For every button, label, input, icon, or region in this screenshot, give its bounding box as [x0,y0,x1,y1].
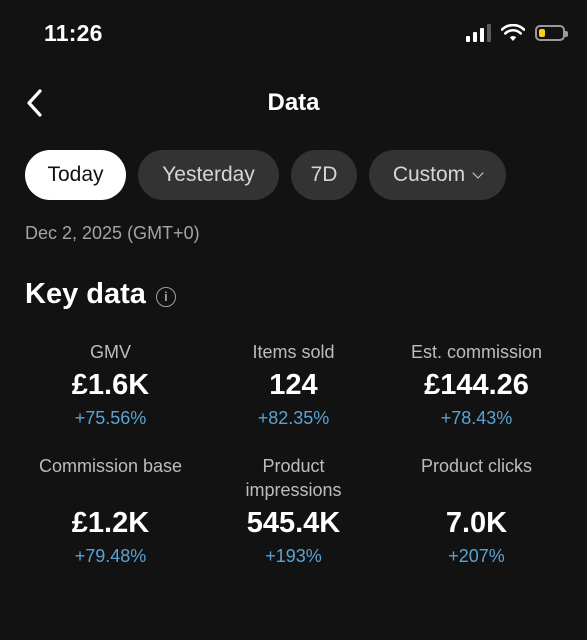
metric-label: Product impressions [245,456,342,500]
wifi-icon [501,24,525,41]
metric-value: 545.4K [246,507,341,539]
tab-custom[interactable]: Custom [369,150,506,200]
metric-commission-base[interactable]: Commission base £1.2K +79.48% [13,454,208,567]
tab-7d[interactable]: 7D [291,150,357,200]
metric-label: Product clicks [420,456,533,476]
info-icon[interactable]: i [155,286,176,307]
metric-value: 124 [269,369,318,401]
metric-change: +75.56% [74,408,147,428]
key-data-header: Key data i [25,278,176,311]
metric-value: 7.0K [445,507,508,539]
metric-label: Commission base [38,456,183,476]
tab-today[interactable]: Today [25,150,126,200]
metric-label: Est. commission [410,342,543,362]
date-range-tabs: Today Yesterday 7D Custom [25,150,506,200]
metric-change: +207% [448,546,505,566]
cellular-signal-icon [466,24,491,42]
metric-gmv[interactable]: GMV £1.6K +75.56% [13,340,208,429]
status-time: 11:26 [44,20,103,46]
metric-value: £1.6K [71,369,150,401]
battery-level [539,29,545,37]
metric-product-clicks[interactable]: Product clicks 7.0K +207% [379,454,574,567]
metric-value: £144.26 [424,369,529,401]
page-title: Data [267,89,320,116]
metric-label: GMV [89,342,131,362]
metric-change: +78.43% [440,408,513,428]
chevron-down-icon [472,166,484,179]
metric-value: £1.2K [71,507,150,539]
metric-product-impressions[interactable]: Product impressions 545.4K +193% [196,454,391,567]
tab-label: Yesterday [162,163,255,186]
tab-label: Custom [392,163,466,186]
battery-icon [535,25,568,41]
metric-change: +193% [265,546,322,566]
metric-label: Items sold [252,342,335,362]
tab-label: 7D [310,163,338,186]
metric-change: +82.35% [257,408,330,428]
metric-change: +79.48% [74,546,147,566]
status-icons [466,24,568,42]
metric-est-commission[interactable]: Est. commission £144.26 +78.43% [379,340,574,429]
date-label: Dec 2, 2025 (GMT+0) [25,223,200,243]
section-title: Key data [25,278,146,310]
tab-label: Today [47,163,104,186]
tab-yesterday[interactable]: Yesterday [138,150,279,200]
metric-items-sold[interactable]: Items sold 124 +82.35% [196,340,391,429]
